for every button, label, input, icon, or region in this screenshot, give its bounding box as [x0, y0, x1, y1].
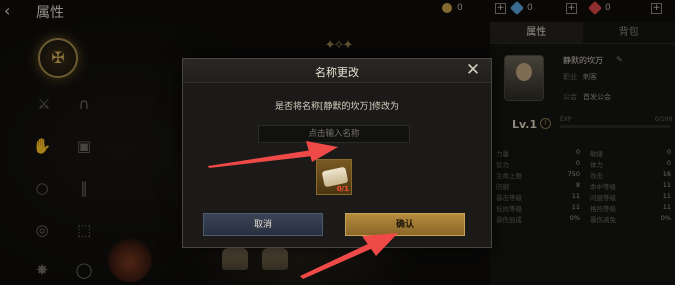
- rename-card-item: 0/1: [316, 159, 352, 195]
- cancel-button[interactable]: 取消: [203, 213, 323, 236]
- close-icon[interactable]: ✕: [463, 61, 483, 81]
- dialog-title: 名称更改: [315, 66, 359, 79]
- rename-prompt: 是否将名称[静默的坎万]修改为: [274, 102, 400, 112]
- item-count: 0/1: [336, 185, 349, 193]
- name-input[interactable]: [258, 125, 410, 143]
- confirm-button[interactable]: 确认: [345, 213, 465, 236]
- rename-dialog: 名称更改 ✕ 是否将名称[静默的坎万]修改为 0/1 取消 确认: [182, 58, 492, 248]
